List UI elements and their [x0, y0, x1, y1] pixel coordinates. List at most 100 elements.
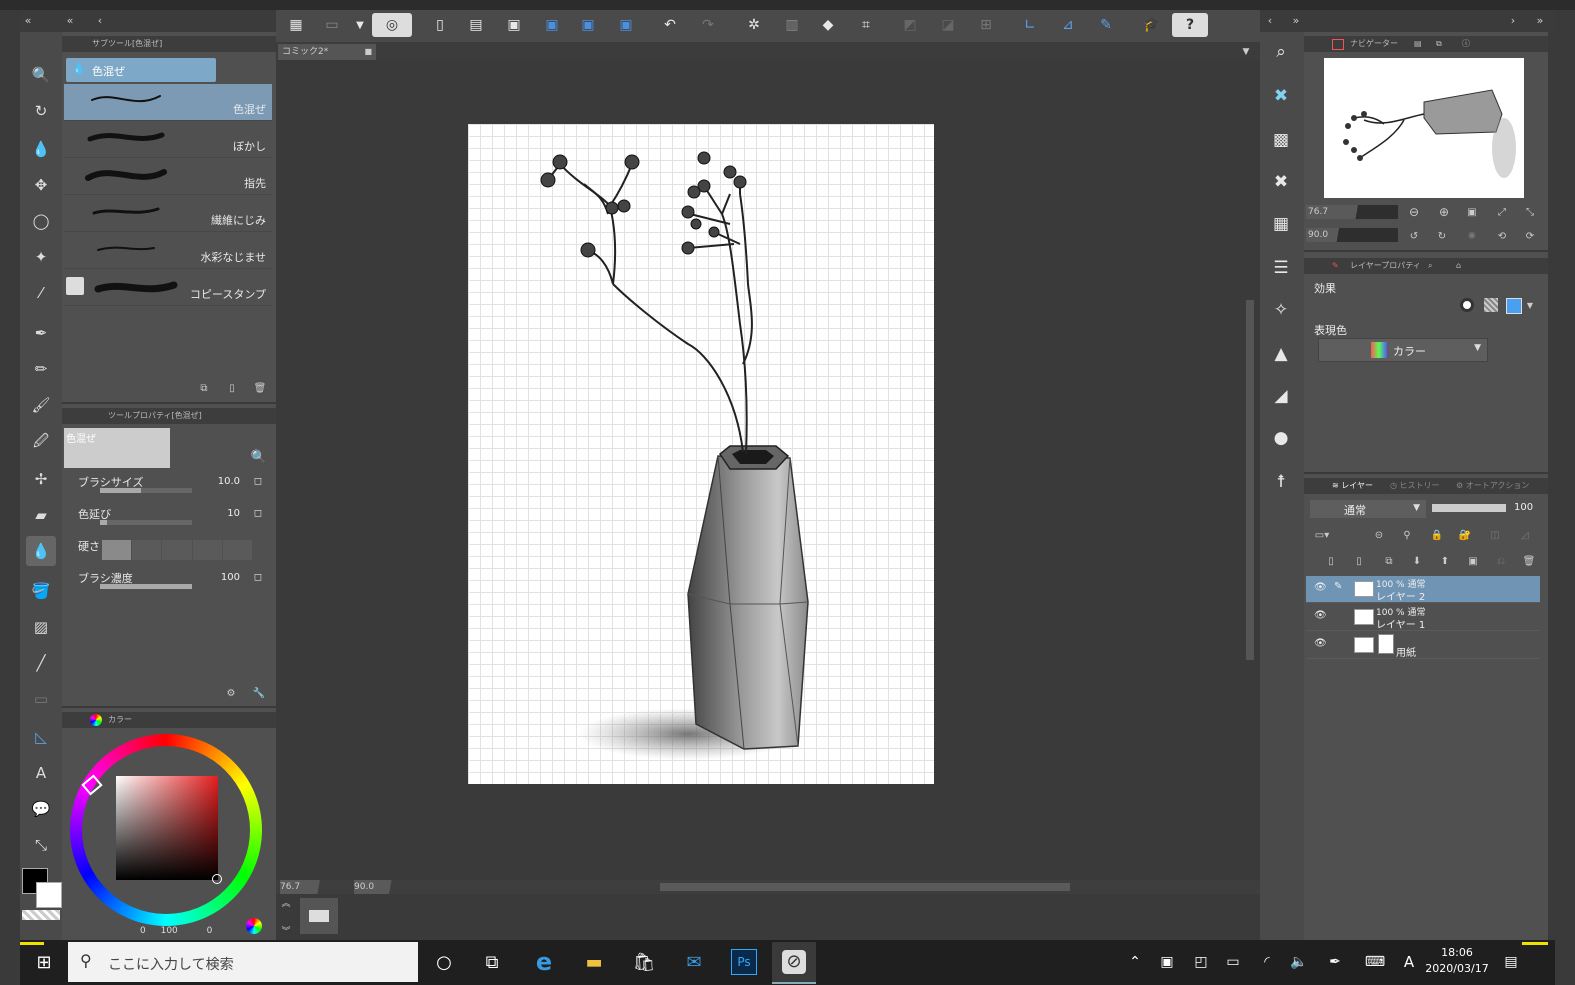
fill-icon[interactable]: ◩	[896, 13, 924, 37]
ime-indicator[interactable]: A	[1394, 942, 1424, 982]
effect-border-icon[interactable]	[1460, 298, 1474, 312]
lock-icon[interactable]: 🔒	[1428, 526, 1446, 544]
new-vector-layer-icon[interactable]: ▯	[1350, 552, 1368, 570]
wrench-icon[interactable]: 🔧	[250, 684, 268, 702]
notification-icon[interactable]: ▤	[1496, 942, 1526, 982]
sub-color-swatch[interactable]	[36, 882, 62, 908]
battery-icon[interactable]: ▭	[1218, 942, 1248, 982]
clock[interactable]: 18:06 2020/03/17	[1424, 944, 1490, 980]
settings-icon[interactable]: ⚙	[222, 684, 240, 702]
edge-icon[interactable]: e	[522, 942, 566, 982]
sub-tool-item[interactable]: ぼかし	[64, 121, 272, 158]
saturation-value-square[interactable]	[116, 776, 218, 880]
search-quick-icon[interactable]: ⌕	[1263, 34, 1299, 70]
dropdown-arrow-icon[interactable]: ▼	[346, 13, 374, 37]
duplicate-sub-tool-icon[interactable]: ⧉	[196, 380, 212, 396]
taskbar-search-box[interactable]: ⚲ ここに入力して検索	[68, 942, 418, 982]
figure-tool-icon[interactable]: ╱	[26, 648, 56, 678]
mail-icon[interactable]: ✉	[672, 942, 716, 982]
document-tab[interactable]: コミック2* ■	[278, 44, 376, 60]
vertical-scrollbar[interactable]	[1246, 300, 1254, 660]
keyboard-icon[interactable]: ⌨	[1360, 942, 1390, 982]
auto-action-tab[interactable]: ⚙ オートアクション	[1456, 478, 1529, 494]
balloon-tool-icon[interactable]: 💬	[26, 794, 56, 824]
tool-property-row[interactable]: 硬さ	[66, 534, 270, 564]
tray-app-icon[interactable]: ▣	[1152, 942, 1182, 982]
page-thumbnail[interactable]	[300, 898, 338, 934]
hand-tool-icon[interactable]: ↻	[26, 96, 56, 126]
export-icon[interactable]: ▣	[538, 13, 566, 37]
layer-color-icon[interactable]: ▭▾	[1308, 526, 1336, 544]
material-balloon-icon[interactable]: ●	[1263, 420, 1299, 456]
material-list-icon[interactable]: ☰	[1263, 250, 1299, 286]
learn-icon[interactable]: 🎓	[1138, 13, 1166, 37]
chevron-right-icon[interactable]: ›	[1505, 12, 1521, 28]
export-pdf-icon[interactable]: ▣	[612, 13, 640, 37]
fit-screen-icon[interactable]: ▣	[1462, 202, 1482, 222]
export-alt-icon[interactable]: ▣	[574, 13, 602, 37]
ruler-icon[interactable]: ∟	[1016, 13, 1044, 37]
redo-icon[interactable]: ↷	[694, 13, 722, 37]
sub-tool-item[interactable]: 繊維にじみ	[64, 195, 272, 232]
sub-tool-item[interactable]: 指先	[64, 158, 272, 195]
new-folder-icon[interactable]: ⧉	[1380, 552, 1398, 570]
chevron-left-icon[interactable]: ‹	[92, 12, 108, 28]
scale-icon[interactable]: ⌗	[852, 13, 880, 37]
ruler-layer-icon[interactable]: ◿	[1516, 526, 1534, 544]
windows-start-icon[interactable]: ⊞	[22, 942, 66, 982]
item-bank-icon[interactable]: ⧉	[1436, 36, 1442, 52]
hardness-selector[interactable]	[102, 540, 253, 560]
zoom-out-icon[interactable]: ⊖	[1404, 202, 1424, 222]
open-file-icon[interactable]: ▤	[462, 13, 490, 37]
volume-icon[interactable]: 🔈	[1284, 942, 1314, 982]
angle-readout[interactable]: 90.0	[354, 880, 414, 894]
history-tab[interactable]: ◷ ヒストリー	[1390, 478, 1440, 494]
reset-rotation-icon[interactable]: ✺	[1462, 226, 1482, 246]
material-scene-icon[interactable]: ▲	[1263, 336, 1299, 372]
property-toggle-icon[interactable]: ◻	[254, 572, 262, 583]
photoshop-icon[interactable]: Ps	[722, 942, 766, 982]
material-image-icon[interactable]: ▩	[1263, 122, 1299, 158]
material-pattern-icon[interactable]: ✖	[1263, 164, 1299, 200]
navigator-zoom-slider[interactable]: 76.7	[1306, 205, 1398, 219]
pen-snap-icon[interactable]: ✎	[1092, 13, 1120, 37]
new-file-icon[interactable]: ▯	[426, 13, 454, 37]
wifi-icon[interactable]: ◜	[1252, 942, 1282, 982]
fit-navigator-icon[interactable]: ⤢	[1492, 202, 1512, 222]
collapse-panel-icon[interactable]: «	[62, 12, 78, 28]
opacity-value[interactable]: 100	[1514, 502, 1533, 513]
navigator-tab[interactable]: ナビゲーター ▤ ⧉ ⓘ	[1304, 36, 1548, 52]
rotate-right-icon[interactable]: ↻	[1432, 226, 1452, 246]
flip-icon[interactable]: ⤡	[1520, 202, 1540, 222]
clipping-icon[interactable]: ⊝	[1370, 526, 1388, 544]
tab-list-icon[interactable]: ▼	[1238, 44, 1254, 60]
create-mask-icon[interactable]: ▣	[1464, 552, 1482, 570]
property-toggle-icon[interactable]: ◻	[254, 476, 262, 487]
selection-icon[interactable]: ⊞	[972, 13, 1000, 37]
reference-icon[interactable]: ⚲	[1398, 526, 1416, 544]
eyedropper-icon[interactable]: ⁄	[26, 278, 56, 308]
search-icon[interactable]: 🔍	[250, 448, 268, 466]
rotate-left-icon[interactable]: ↺	[1404, 226, 1424, 246]
navigator-angle-slider[interactable]: 90.0	[1306, 228, 1398, 242]
grid-menu-icon[interactable]: ▦	[282, 13, 310, 37]
transparent-color-swatch[interactable]	[22, 910, 60, 920]
layer-search-icon[interactable]: ⌕	[1428, 258, 1432, 274]
close-tab-icon[interactable]: ■	[364, 44, 372, 60]
flip-vertical-icon[interactable]: ⟳	[1520, 226, 1540, 246]
horizontal-scrollbar[interactable]	[660, 883, 1070, 891]
eraser-tool-icon[interactable]: ▰	[26, 500, 56, 530]
cortana-icon[interactable]: ○	[422, 942, 466, 982]
layer-property-tab[interactable]: ✎ レイヤープロパティ ⌕ ⌂	[1304, 258, 1548, 274]
pen-workspace-icon[interactable]: ✒	[1320, 942, 1350, 982]
pen-tool-icon[interactable]: ✒	[26, 318, 56, 348]
add-sub-tool-icon[interactable]: ▯	[224, 380, 240, 396]
pencil-tool-icon[interactable]: ✏	[26, 354, 56, 384]
tool-property-row[interactable]: ブラシサイズ 10.0 ◻	[66, 470, 270, 500]
chevron-left-icon[interactable]: ‹	[1262, 12, 1278, 28]
gradient-tool-icon[interactable]: ▨	[26, 612, 56, 642]
sub-tool-item[interactable]: 水彩なじませ	[64, 232, 272, 269]
expand-up-icon[interactable]: ︽	[280, 896, 292, 909]
clip-studio-taskbar-icon[interactable]: ⊘	[772, 942, 816, 984]
tray-chevron-icon[interactable]: ⌃	[1120, 942, 1150, 982]
